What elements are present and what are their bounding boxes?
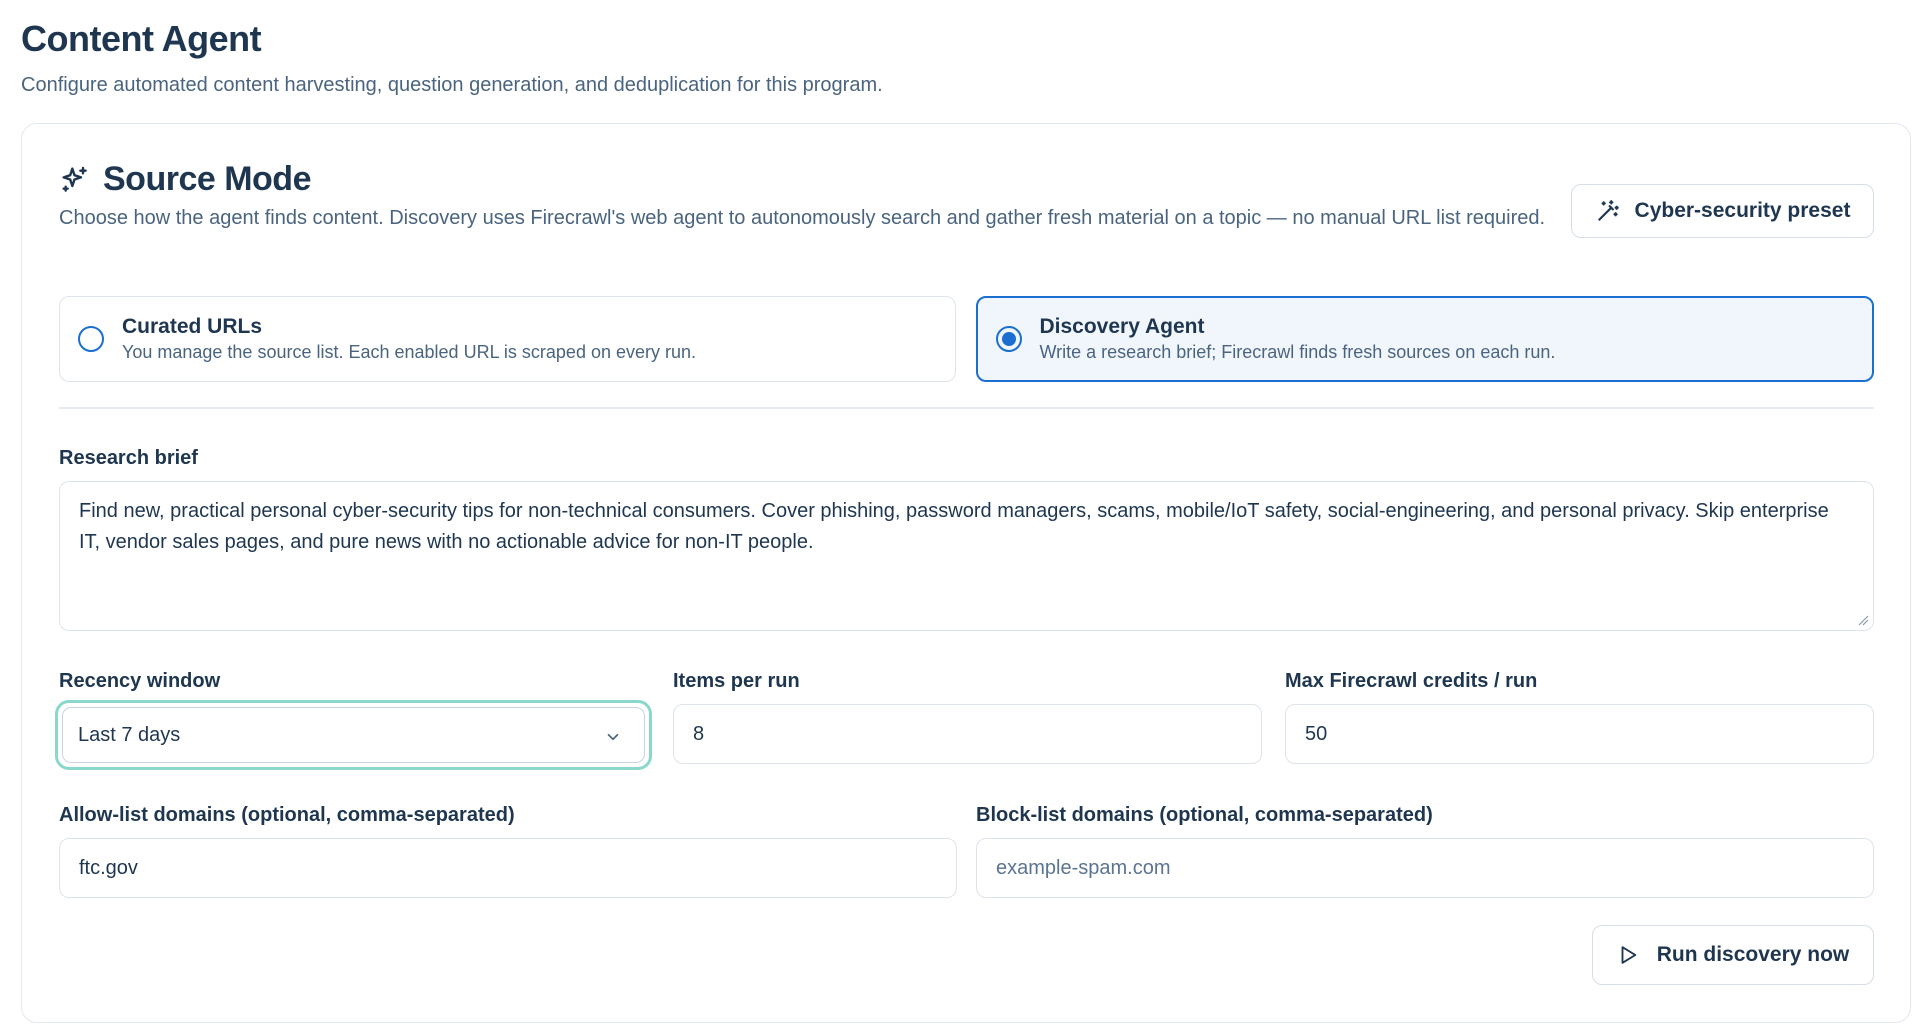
run-discovery-button[interactable]: Run discovery now xyxy=(1592,925,1874,985)
source-mode-card: Source Mode Choose how the agent finds c… xyxy=(21,123,1911,1023)
items-per-run-input[interactable]: 8 xyxy=(673,704,1262,764)
max-credits-input[interactable]: 50 xyxy=(1285,704,1874,764)
card-description: Choose how the agent finds content. Disc… xyxy=(59,207,1546,229)
mode-description: You manage the source list. Each enabled… xyxy=(122,342,697,362)
radio-selected-dot xyxy=(1001,332,1016,346)
cyber-security-preset-button[interactable]: Cyber-security preset xyxy=(1571,184,1874,238)
source-mode-options: Curated URLs You manage the source list.… xyxy=(59,296,1874,382)
run-discovery-label: Run discovery now xyxy=(1656,943,1850,966)
mode-label: Curated URLs xyxy=(122,315,263,338)
sparkle-icon xyxy=(59,164,91,196)
radio-curated-urls[interactable] xyxy=(78,326,104,352)
mode-option-discovery-agent[interactable]: Discovery Agent Write a research brief; … xyxy=(975,296,1874,382)
magic-wand-icon xyxy=(1595,198,1621,224)
research-brief-text: Find new, practical personal cyber-secur… xyxy=(79,500,1829,553)
block-list-input[interactable]: example-spam.com xyxy=(976,838,1874,898)
page-subtitle: Configure automated content harvesting, … xyxy=(21,74,883,96)
recency-window-value: Last 7 days xyxy=(78,723,181,746)
research-brief-label: Research brief xyxy=(59,447,198,469)
page-header: Content Agent Configure automated conten… xyxy=(21,18,883,97)
card-header: Source Mode Choose how the agent finds c… xyxy=(59,160,1559,233)
recency-window-select[interactable]: Last 7 days xyxy=(55,700,652,770)
block-list-placeholder: example-spam.com xyxy=(996,856,1171,879)
page-title: Content Agent xyxy=(21,18,262,59)
preset-button-label: Cyber-security preset xyxy=(1634,199,1851,222)
card-title-row: Source Mode xyxy=(59,160,1559,199)
allow-list-input[interactable]: ftc.gov xyxy=(59,838,957,898)
research-brief-textarea[interactable]: Find new, practical personal cyber-secur… xyxy=(59,481,1874,631)
block-list-label: Block-list domains (optional, comma-sepa… xyxy=(976,804,1433,826)
resize-handle-icon[interactable] xyxy=(1857,614,1869,626)
mode-label: Discovery Agent xyxy=(1039,315,1205,338)
items-per-run-value: 8 xyxy=(693,722,705,745)
allow-list-value: ftc.gov xyxy=(79,856,138,879)
radio-discovery-agent[interactable] xyxy=(995,326,1022,352)
max-credits-value: 50 xyxy=(1305,722,1328,745)
max-credits-label: Max Firecrawl credits / run xyxy=(1285,670,1538,692)
mode-option-curated-urls[interactable]: Curated URLs You manage the source list.… xyxy=(59,296,956,382)
play-icon xyxy=(1617,944,1639,966)
chevron-down-icon xyxy=(607,733,619,741)
card-title: Source Mode xyxy=(103,160,311,198)
recency-window-label: Recency window xyxy=(59,670,221,692)
allow-list-label: Allow-list domains (optional, comma-sepa… xyxy=(59,804,515,826)
mode-description: Write a research brief; Firecrawl finds … xyxy=(1039,342,1556,362)
items-per-run-label: Items per run xyxy=(673,670,800,692)
divider xyxy=(59,407,1874,409)
